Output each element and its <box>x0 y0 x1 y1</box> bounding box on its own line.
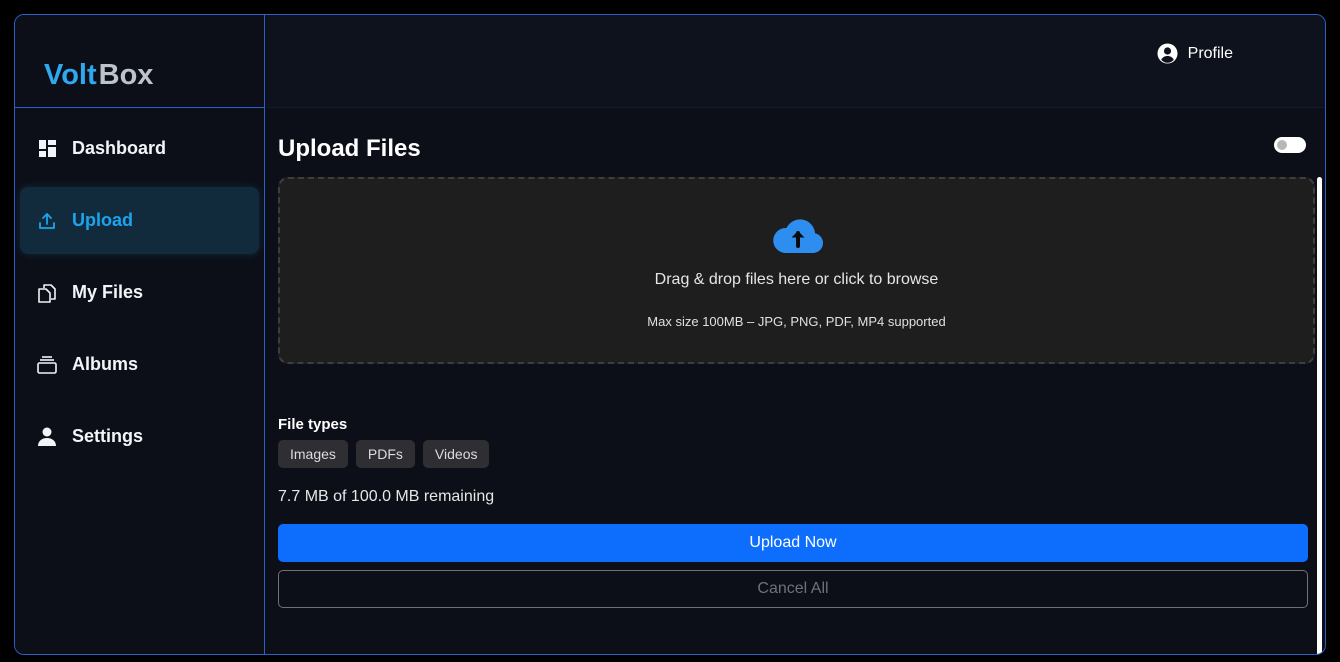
cloud-upload-icon <box>773 219 824 253</box>
albums-icon <box>37 355 57 375</box>
chip-pdfs[interactable]: PDFs <box>355 440 415 468</box>
cancel-all-button[interactable]: Cancel All <box>278 570 1308 608</box>
sidebar-item-label: My Files <box>72 282 144 302</box>
sidebar-item-settings[interactable]: Settings <box>20 403 259 470</box>
user-circle-icon <box>1157 43 1178 64</box>
sidebar-item-label: Upload <box>72 210 133 230</box>
theme-toggle[interactable] <box>1274 137 1306 153</box>
profile-label: Profile <box>1187 44 1233 62</box>
sidebar-item-my-files[interactable]: My Files <box>20 259 259 326</box>
storage-remaining: 7.7 MB of 100.0 MB remaining <box>278 488 495 505</box>
brand-name-primary: Volt <box>44 58 97 91</box>
files-icon <box>37 283 57 303</box>
profile-button[interactable]: Profile <box>1157 43 1233 64</box>
brand-name-secondary: Box <box>98 58 154 91</box>
user-icon <box>37 427 57 447</box>
chip-videos[interactable]: Videos <box>422 440 490 468</box>
dropzone-hint: Max size 100MB – JPG, PNG, PDF, MP4 supp… <box>647 314 946 329</box>
file-type-chips: Images PDFs Videos <box>278 440 490 468</box>
page-title: Upload Files <box>278 135 421 162</box>
app-window: Volt Box Dashboard Upload My Files Album… <box>14 14 1326 655</box>
main-content: Upload Files Drag & drop files here or c… <box>266 109 1325 654</box>
sidebar-nav: Dashboard Upload My Files Albums Setting… <box>15 108 264 470</box>
file-dropzone[interactable]: Drag & drop files here or click to brows… <box>278 177 1315 364</box>
dropzone-text: Drag & drop files here or click to brows… <box>654 271 939 288</box>
upload-icon <box>37 211 57 231</box>
sidebar-item-dashboard[interactable]: Dashboard <box>20 115 259 182</box>
sidebar-item-label: Settings <box>72 426 144 446</box>
sidebar-item-label: Albums <box>72 354 139 374</box>
top-bar: Profile <box>266 15 1325 108</box>
sidebar-item-label: Dashboard <box>72 138 167 158</box>
sidebar-item-albums[interactable]: Albums <box>20 331 259 398</box>
upload-now-button[interactable]: Upload Now <box>278 524 1308 562</box>
sidebar: Volt Box Dashboard Upload My Files Album… <box>15 15 265 654</box>
scrollbar[interactable] <box>1317 177 1322 654</box>
brand-logo[interactable]: Volt Box <box>15 15 264 108</box>
dashboard-icon <box>37 139 57 159</box>
chip-images[interactable]: Images <box>278 440 348 468</box>
sidebar-item-upload[interactable]: Upload <box>20 187 259 254</box>
file-types-label: File types <box>278 416 348 433</box>
